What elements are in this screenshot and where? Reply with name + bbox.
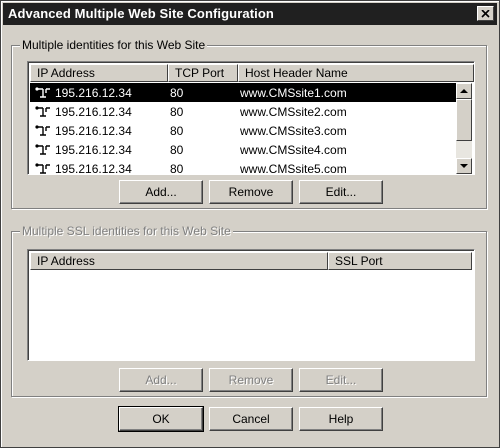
ssl-legend: Multiple SSL identities for this Web Sit… [20, 224, 233, 238]
table-row[interactable]: 195.216.12.34 80 www.CMSsite4.com [30, 140, 456, 159]
row-host-cell: www.CMSsite2.com [240, 104, 347, 119]
row-port-cell: 80 [170, 142, 184, 157]
column-ssl-port[interactable]: SSL Port [328, 252, 472, 270]
row-ip-text: 195.216.12.34 [55, 161, 132, 175]
dialog-window: Advanced Multiple Web Site Configuration… [0, 0, 500, 448]
row-port-cell: 80 [170, 85, 184, 100]
scroll-down-button[interactable] [456, 158, 472, 174]
window-title: Advanced Multiple Web Site Configuration [8, 6, 274, 21]
column-ip-address[interactable]: IP Address [30, 64, 168, 82]
identities-header: IP Address TCP Port Host Header Name [30, 64, 474, 82]
arrow-up-icon [460, 89, 468, 93]
network-connector-icon [35, 162, 50, 174]
table-row[interactable]: 195.216.12.34 80 www.CMSsite3.com [30, 121, 456, 140]
identities-scrollbar[interactable] [456, 83, 472, 174]
column-ssl-ip-address[interactable]: IP Address [30, 252, 328, 270]
table-row[interactable]: 195.216.12.34 80 www.CMSsite2.com [30, 102, 456, 121]
ssl-edit-button[interactable]: Edit... [299, 368, 383, 392]
row-ip-cell: 195.216.12.34 [30, 105, 168, 119]
network-connector-icon [35, 143, 50, 155]
row-ip-text: 195.216.12.34 [55, 85, 132, 100]
ok-button[interactable]: OK [118, 406, 204, 432]
row-port-cell: 80 [170, 161, 184, 175]
row-ip-cell: 195.216.12.34 [30, 124, 168, 138]
title-bar[interactable]: Advanced Multiple Web Site Configuration [3, 3, 497, 25]
identities-add-button[interactable]: Add... [119, 180, 203, 204]
row-host-cell: www.CMSsite3.com [240, 123, 347, 138]
arrow-down-icon [460, 164, 468, 168]
row-port-cell: 80 [170, 104, 184, 119]
identities-legend: Multiple identities for this Web Site [20, 38, 208, 52]
ssl-remove-button[interactable]: Remove [209, 368, 293, 392]
network-connector-icon [35, 105, 50, 117]
table-row[interactable]: 195.216.12.34 80 www.CMSsite1.com [30, 83, 456, 102]
close-button[interactable] [477, 6, 494, 21]
column-tcp-port[interactable]: TCP Port [168, 64, 238, 82]
cancel-button[interactable]: Cancel [209, 407, 293, 431]
row-ip-text: 195.216.12.34 [55, 142, 132, 157]
ssl-add-button[interactable]: Add... [119, 368, 203, 392]
scroll-thumb[interactable] [456, 99, 472, 141]
row-ip-cell: 195.216.12.34 [30, 161, 168, 175]
identities-remove-button[interactable]: Remove [209, 180, 293, 204]
ssl-list[interactable]: IP Address SSL Port [27, 249, 475, 361]
row-host-cell: www.CMSsite5.com [240, 161, 347, 175]
row-ip-cell: 195.216.12.34 [30, 143, 168, 157]
column-host-header-name[interactable]: Host Header Name [238, 64, 474, 82]
network-connector-icon [35, 124, 50, 136]
table-row[interactable]: 195.216.12.34 80 www.CMSsite5.com [30, 159, 456, 175]
row-ip-cell: 195.216.12.34 [30, 86, 168, 100]
network-connector-icon [35, 86, 50, 98]
identities-edit-button[interactable]: Edit... [299, 180, 383, 204]
scroll-up-button[interactable] [456, 83, 472, 99]
row-ip-text: 195.216.12.34 [55, 104, 132, 119]
identities-rows: 195.216.12.34 80 www.CMSsite1.com 195.216.1… [30, 83, 456, 175]
identities-list[interactable]: IP Address TCP Port Host Header Name 195… [27, 61, 475, 175]
row-host-cell: www.CMSsite4.com [240, 142, 347, 157]
ssl-header: IP Address SSL Port [30, 252, 472, 270]
row-host-cell: www.CMSsite1.com [240, 85, 347, 100]
help-button[interactable]: Help [299, 407, 383, 431]
row-ip-text: 195.216.12.34 [55, 123, 132, 138]
row-port-cell: 80 [170, 123, 184, 138]
close-icon [481, 9, 490, 18]
